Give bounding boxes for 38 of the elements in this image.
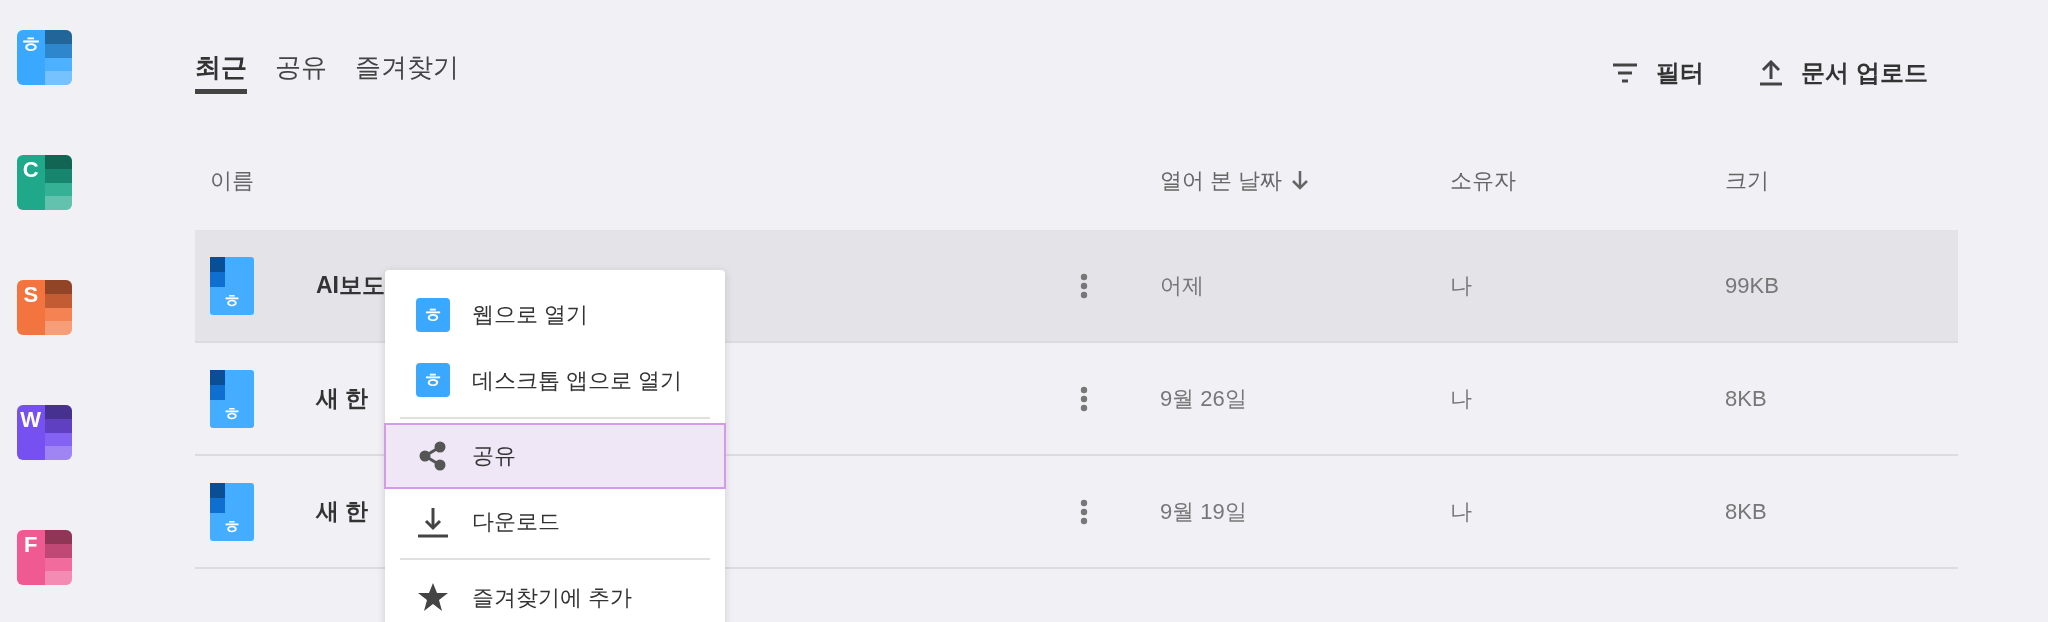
tab[interactable]: 공유	[275, 50, 327, 95]
file-name[interactable]: 새 한	[316, 381, 369, 416]
tab[interactable]: 최근	[195, 50, 247, 95]
document-icon: ㅎ	[210, 369, 254, 428]
document-icon: ㅎ	[210, 256, 254, 315]
file-name[interactable]: 새 한	[316, 494, 369, 529]
column-header[interactable]: 소유자	[1450, 163, 1516, 197]
share-icon	[418, 441, 448, 471]
column-header[interactable]: 크기	[1725, 163, 1769, 197]
owner: 나	[1450, 499, 1472, 524]
menu-item[interactable]: 다운로드	[384, 488, 726, 555]
file-size: 99KB	[1725, 273, 1779, 298]
filter-button[interactable]: 필터	[1612, 54, 1705, 91]
more-options-icon[interactable]	[1080, 498, 1088, 525]
more-options-icon[interactable]	[1080, 385, 1088, 412]
column-header[interactable]: 열어 본 날짜	[1160, 163, 1283, 197]
app-icon[interactable]: W	[17, 405, 72, 460]
file-size: 8KB	[1725, 386, 1767, 411]
opened-date: 9월 19일	[1160, 499, 1247, 524]
more-options-icon[interactable]	[1080, 272, 1088, 299]
file-size: 8KB	[1725, 499, 1767, 524]
download-icon	[417, 505, 449, 538]
menu-item[interactable]: ㅎ 데스크톱 앱으로 열기	[384, 347, 726, 414]
upload-icon	[1759, 59, 1784, 86]
upload-button[interactable]: 문서 업로드	[1759, 54, 1928, 91]
column-header[interactable]: 이름	[210, 163, 254, 197]
star-icon	[417, 582, 449, 613]
opened-date: 9월 26일	[1160, 386, 1247, 411]
document-icon: ㅎ	[210, 482, 254, 541]
hangul-app-icon: ㅎ	[416, 297, 450, 332]
tab[interactable]: 즐겨찾기	[355, 50, 459, 95]
filter-icon	[1612, 61, 1639, 84]
hangul-app-icon: ㅎ	[416, 363, 450, 398]
file-name[interactable]: AI보도	[316, 268, 385, 303]
owner: 나	[1450, 386, 1472, 411]
opened-date: 어제	[1160, 273, 1204, 298]
owner: 나	[1450, 273, 1472, 298]
menu-item[interactable]: 공유	[384, 423, 726, 489]
